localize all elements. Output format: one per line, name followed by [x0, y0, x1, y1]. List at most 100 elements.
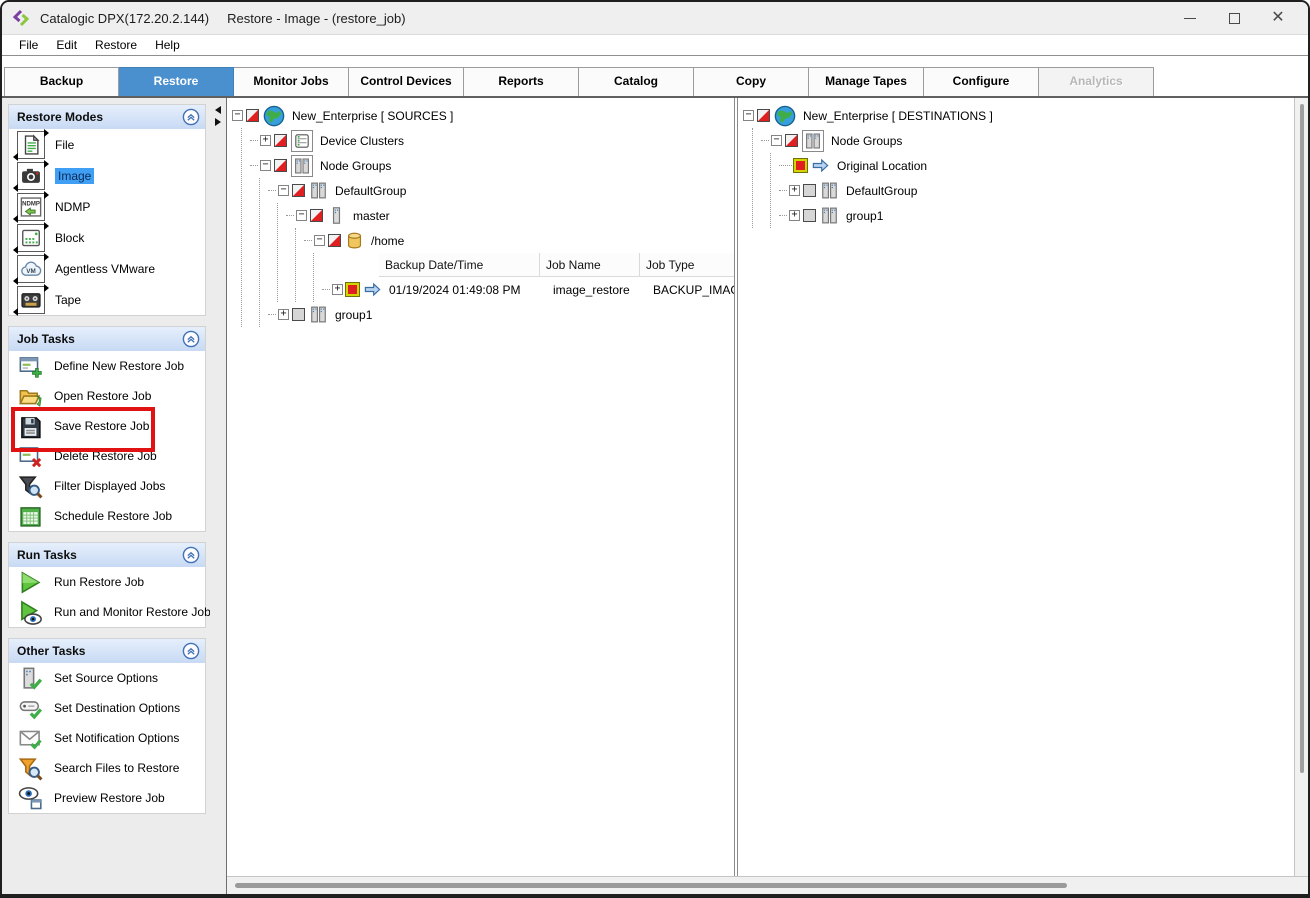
section-title: Other Tasks: [17, 644, 85, 658]
sidebar-item-file[interactable]: File: [9, 129, 205, 160]
collapse-left-icon[interactable]: [215, 106, 221, 114]
collapse-chevron-icon[interactable]: [182, 108, 200, 126]
tree-node-label[interactable]: Original Location: [835, 158, 929, 174]
close-button[interactable]: ✕: [1256, 3, 1300, 33]
tab-copy[interactable]: Copy: [694, 67, 809, 96]
collapse-chevron-icon[interactable]: [182, 330, 200, 348]
sidebar-item-image[interactable]: Image: [9, 160, 205, 191]
tab-monitor-jobs[interactable]: Monitor Jobs: [234, 67, 349, 96]
collapse-chevron-icon[interactable]: [182, 546, 200, 564]
tab-configure[interactable]: Configure: [924, 67, 1039, 96]
sidebar-item-preview-restore-job[interactable]: Preview Restore Job: [9, 783, 205, 813]
tree-expander-minus[interactable]: −: [278, 185, 289, 196]
tree-node-label[interactable]: Node Groups: [318, 158, 393, 174]
sidebar-item-run-restore-job[interactable]: Run Restore Job: [9, 567, 205, 597]
tree-expander-plus[interactable]: +: [332, 284, 343, 295]
sidebar-item-set-source-options[interactable]: Set Source Options: [9, 663, 205, 693]
tree-checkbox-partial[interactable]: [310, 209, 323, 222]
tree-expander-minus[interactable]: −: [296, 210, 307, 221]
tree-node-label[interactable]: DefaultGroup: [333, 183, 408, 199]
tree-node-label[interactable]: group1: [333, 307, 374, 323]
vertical-scrollbar[interactable]: [1294, 98, 1308, 876]
tree-expander-plus[interactable]: +: [789, 210, 800, 221]
tree-node-label[interactable]: master: [351, 208, 392, 224]
sidebar-item-ndmp[interactable]: NDMPNDMP: [9, 191, 205, 222]
minimize-button[interactable]: [1168, 3, 1212, 33]
tab-restore[interactable]: Restore: [119, 67, 234, 96]
sidebar-item-block[interactable]: Block: [9, 222, 205, 253]
backup-row-columns[interactable]: 01/19/2024 01:49:08 PMimage_restoreBACKU…: [387, 283, 734, 297]
backup-jobname-cell[interactable]: image_restore: [547, 283, 647, 297]
horizontal-scrollbar[interactable]: [227, 876, 1308, 894]
tree-expander-minus[interactable]: −: [314, 235, 325, 246]
backup-table-column-header[interactable]: Job Name: [539, 253, 639, 276]
tree-checkbox-partial[interactable]: [328, 234, 341, 247]
sidebar-item-label: Preview Restore Job: [54, 791, 165, 805]
tree-checkbox-partial[interactable]: [785, 134, 798, 147]
tree-expander-plus[interactable]: +: [260, 135, 271, 146]
tree-children: − master − /home Backup Date/TimeJob NameJob…: [277, 203, 734, 302]
tree-node-label[interactable]: /home: [369, 233, 406, 249]
tree-checkbox-empty[interactable]: [803, 209, 816, 222]
sidebar-item-save-restore-job[interactable]: Save Restore Job: [9, 411, 205, 441]
backup-jobtype-cell[interactable]: BACKUP_IMAGE: [647, 283, 734, 297]
tree-expander-minus[interactable]: −: [743, 110, 754, 121]
tree-node-label[interactable]: Node Groups: [829, 133, 904, 149]
sidebar-item-tape[interactable]: Tape: [9, 284, 205, 315]
tree-expander-minus[interactable]: −: [260, 160, 271, 171]
tree-node-label[interactable]: New_Enterprise [ DESTINATIONS ]: [801, 108, 995, 124]
tree-node-label[interactable]: group1: [844, 208, 885, 224]
sidebar-item-delete-restore-job[interactable]: Delete Restore Job: [9, 441, 205, 471]
tree-checkbox-checked[interactable]: [346, 283, 359, 296]
maximize-button[interactable]: [1212, 3, 1256, 33]
tree-expander-plus[interactable]: +: [278, 309, 289, 320]
tree-checkbox-partial[interactable]: [757, 109, 770, 122]
tab-backup[interactable]: Backup: [4, 67, 119, 96]
sidebar-item-schedule-restore-job[interactable]: Schedule Restore Job: [9, 501, 205, 531]
backup-datetime-cell[interactable]: 01/19/2024 01:49:08 PM: [387, 283, 547, 297]
sidebar-item-filter-displayed-jobs[interactable]: Filter Displayed Jobs: [9, 471, 205, 501]
expand-right-icon[interactable]: [215, 118, 221, 126]
menu-edit[interactable]: Edit: [47, 38, 86, 52]
node-group-icon: [291, 155, 313, 177]
sidebar-item-define-new-restore-job[interactable]: Define New Restore Job: [9, 351, 205, 381]
collapse-chevron-icon[interactable]: [182, 642, 200, 660]
tree-expander-plus[interactable]: +: [789, 185, 800, 196]
tree-checkbox-empty[interactable]: [803, 184, 816, 197]
tree-checkbox-empty[interactable]: [292, 308, 305, 321]
tree-node-label[interactable]: New_Enterprise [ SOURCES ]: [290, 108, 455, 124]
sidebar-item-search-files-to-restore[interactable]: Search Files to Restore: [9, 753, 205, 783]
tab-analytics[interactable]: Analytics: [1039, 67, 1154, 96]
tree-expander-minus[interactable]: −: [771, 135, 782, 146]
tab-manage-tapes[interactable]: Manage Tapes: [809, 67, 924, 96]
sidebar-item-open-restore-job[interactable]: Open Restore Job: [9, 381, 205, 411]
tab-reports[interactable]: Reports: [464, 67, 579, 96]
sidebar-item-agentless-vmware[interactable]: VMAgentless VMware: [9, 253, 205, 284]
tree-checkbox-partial[interactable]: [292, 184, 305, 197]
menu-restore[interactable]: Restore: [86, 38, 146, 52]
sidebar-item-label: Schedule Restore Job: [54, 509, 172, 523]
horizontal-scrollbar-thumb[interactable]: [235, 883, 1067, 888]
tree-node-label[interactable]: DefaultGroup: [844, 183, 919, 199]
tree-checkbox-checked[interactable]: [794, 159, 807, 172]
menu-file[interactable]: File: [10, 38, 47, 52]
backup-table-column-header[interactable]: Backup Date/Time: [379, 253, 539, 276]
tab-control-devices[interactable]: Control Devices: [349, 67, 464, 96]
sidebar-item-set-notification-options[interactable]: Set Notification Options: [9, 723, 205, 753]
sidebar-splitter[interactable]: [210, 98, 226, 894]
tree-checkbox-partial[interactable]: [274, 159, 287, 172]
sidebar-item-set-destination-options[interactable]: Set Destination Options: [9, 693, 205, 723]
tab-catalog[interactable]: Catalog: [579, 67, 694, 96]
sidebar-item-run-and-monitor-restore-job[interactable]: Run and Monitor Restore Job: [9, 597, 205, 627]
tree-node-label[interactable]: Device Clusters: [318, 133, 406, 149]
tree-connector: [322, 289, 330, 290]
window-title-app: Catalogic DPX(172.20.2.144): [40, 11, 209, 26]
tree-children: + Device Clusters − Node Groups − DefaultGrou…: [241, 128, 734, 327]
menu-help[interactable]: Help: [146, 38, 189, 52]
sidebar-item-label: Agentless VMware: [55, 262, 155, 276]
tree-checkbox-partial[interactable]: [246, 109, 259, 122]
vertical-scrollbar-thumb[interactable]: [1300, 104, 1304, 773]
tree-expander-minus[interactable]: −: [232, 110, 243, 121]
tree-checkbox-partial[interactable]: [274, 134, 287, 147]
backup-table-column-header[interactable]: Job Type: [639, 253, 734, 276]
